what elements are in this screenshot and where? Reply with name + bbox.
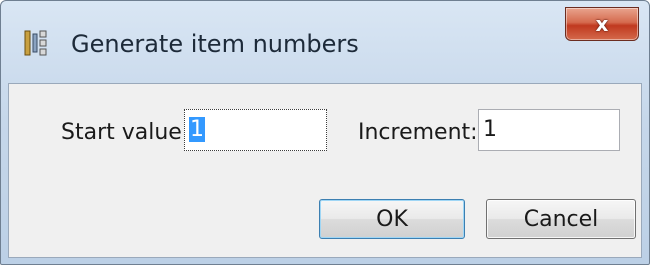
close-button[interactable]: x [565, 7, 639, 41]
increment-label: Increment: [358, 120, 478, 145]
dialog-content: Start value: 1 Increment: 1 OK Cancel [8, 83, 642, 258]
close-icon: x [595, 12, 609, 36]
increment-value-text: 1 [483, 117, 497, 142]
window-title: Generate item numbers [71, 30, 359, 58]
start-value-label: Start value: [61, 120, 190, 145]
ok-button[interactable]: OK [319, 199, 465, 239]
cancel-button[interactable]: Cancel [486, 199, 636, 239]
numbering-icon [23, 28, 49, 58]
increment-input[interactable]: 1 [478, 109, 620, 151]
title-bar[interactable]: Generate item numbers x [1, 1, 649, 83]
dialog-window: Generate item numbers x Start value: 1 I… [0, 0, 650, 265]
start-value-text: 1 [189, 117, 205, 142]
start-value-input[interactable]: 1 [184, 109, 327, 151]
